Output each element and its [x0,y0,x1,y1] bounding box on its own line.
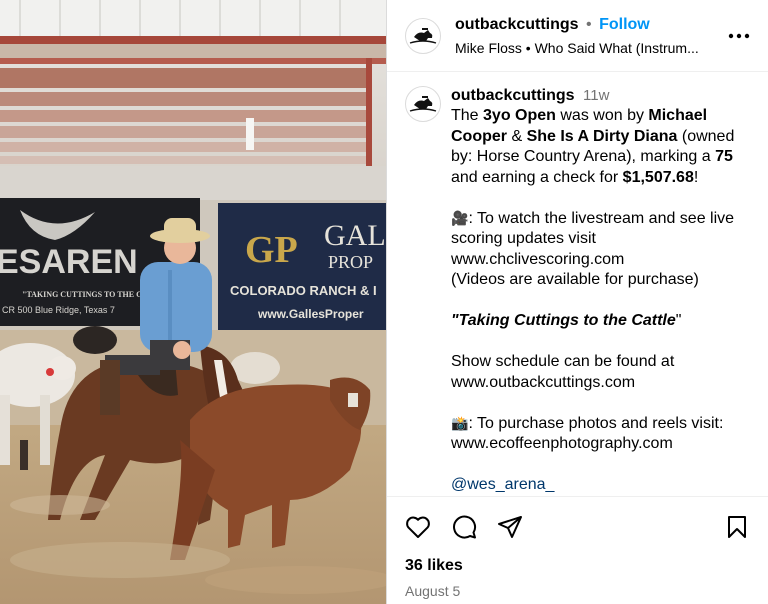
comment-icon [453,515,477,539]
likes-count[interactable]: 36 likes [387,556,768,578]
caption-schedule-text: Show schedule can be found at [451,353,675,370]
slogan-text: Taking Cuttings to the Cattle [458,312,676,329]
header-username[interactable]: outbackcuttings [455,16,579,33]
bookmark-icon [728,515,746,538]
schedule-url: www.outbackcuttings.com [451,373,636,391]
caption-bold-score: 75 [715,148,733,165]
post-timestamp[interactable]: 11w [583,87,609,104]
photography-url: www.ecoffeenphotography.com [451,435,673,452]
header-separator: • [586,15,592,33]
caption-avatar[interactable] [405,86,441,122]
share-icon [498,515,522,538]
more-options-icon [728,33,750,38]
post-header: outbackcuttings • Follow Mike Floss • Wh… [387,0,768,72]
mention-link[interactable]: @wes_arena_ [451,475,754,496]
caption-slogan: "Taking Cuttings to the Cattle" [451,311,754,332]
caption-bold-horse: She Is A Dirty Diana [526,127,678,145]
post-actions [387,496,768,556]
banner-right-url: www.GallesProper [257,307,364,321]
caption-text: was won by [555,107,649,124]
save-button[interactable] [722,512,752,542]
caption-text: : To watch the livestream and see live s… [451,209,735,248]
caption-bold-prize: $1,507.68 [622,168,694,186]
follow-button[interactable]: Follow [599,16,650,33]
post-details-panel: outbackcuttings • Follow Mike Floss • Wh… [386,0,768,604]
caption-text: ! [693,168,699,186]
banner-left-address: CR 500 Blue Ridge, Texas 7 [2,305,115,315]
banner-right-logo: GP [245,229,298,271]
caption-text: and earning a check for [451,168,623,186]
caption-username[interactable]: outbackcuttings [451,87,575,104]
caption-video-note: (Videos are available for purchase) [451,271,699,288]
banner-right-sub: PROP [328,252,373,272]
cowboy-logo-icon [409,96,437,112]
quote-open: " [451,312,459,329]
post-date[interactable]: August 5 [387,578,768,604]
banner-right-line: COLORADO RANCH & I [230,283,377,298]
post-caption: outbackcuttings 11w The 3yo Open was won… [387,72,768,496]
heart-icon [406,516,430,538]
share-button[interactable] [495,512,525,542]
camera-flash-icon: 📸 [451,415,469,432]
like-button[interactable] [403,512,433,542]
banner-right-main: GAL [324,219,386,252]
caption-paragraph-photos: 📸: To purchase photos and reels visit: [451,414,754,435]
avatar[interactable] [405,17,441,54]
post-viewer: ESAREN "TAKING CUTTINGS TO THE CATTLE" C… [0,0,768,604]
audio-track-link[interactable]: Mike Floss • Who Said What (Instrum... [455,39,724,57]
cowboy-logo-icon [409,27,437,44]
caption-text: & [507,127,527,145]
caption-text: : To purchase photos and reels visit: [468,414,724,432]
caption-paragraph-livestream: 🎥: To watch the livestream and see live … [451,209,754,250]
arena-photo: ESAREN "TAKING CUTTINGS TO THE CATTLE" C… [0,0,386,604]
caption-bold-class: 3yo Open [483,107,556,124]
quote-close: " [675,312,682,329]
banner-left-main: ESAREN [0,243,138,281]
caption-text: The [451,107,484,124]
video-camera-icon: 🎥 [451,210,469,227]
comment-button[interactable] [449,512,479,542]
more-options-button[interactable] [724,24,754,48]
livestream-url: www.chclivescoring.com [451,250,625,268]
post-media[interactable]: ESAREN "TAKING CUTTINGS TO THE CATTLE" C… [0,0,386,604]
caption-paragraph-result: The 3yo Open was won by Michael Cooper &… [451,106,754,188]
